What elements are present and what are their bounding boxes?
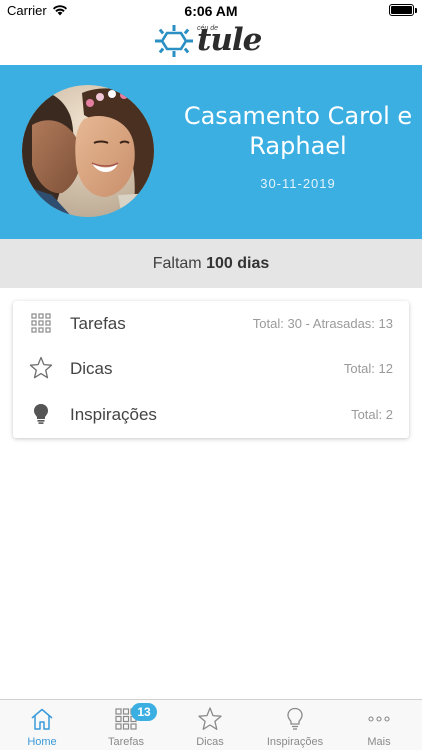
tab-label-mais: Mais [367,736,391,748]
logo-brand: tule [197,22,262,58]
summary-label-dicas: Dicas [70,359,113,378]
lightbulb-icon [287,707,303,730]
home-icon [31,708,53,730]
status-bar: Carrier 6:06 AM [0,0,422,22]
summary-label-inspiracoes: Inspirações [70,405,157,424]
summary-label-tarefas: Tarefas [70,314,126,333]
app-logo: céu de tule [155,22,267,60]
event-hero: Casamento Carol e Raphael 30-11-2019 [0,65,422,239]
countdown-prefix: Faltam [152,255,202,272]
couple-photo[interactable] [22,85,154,217]
tab-inspiracoes[interactable]: Inspirações [253,700,337,750]
lightbulb-icon [34,404,48,424]
tab-home[interactable]: Home [0,700,84,750]
star-icon [198,707,222,730]
battery-icon [389,4,417,16]
star-icon [29,356,53,379]
tab-mais[interactable]: Mais [337,700,421,750]
tab-label-dicas: Dicas [196,736,224,748]
tab-bar: Home 13 Tarefas Dicas Inspirações Mais [0,699,422,750]
tab-label-tarefas: Tarefas [107,736,145,748]
clock: 6:06 AM [184,3,238,19]
summary-row-inspiracoes[interactable]: Inspirações Total: 2 [13,392,409,438]
countdown-value: 100 dias [206,255,270,272]
tab-tarefas[interactable]: 13 Tarefas [84,700,168,750]
summary-meta-inspiracoes: Total: 2 [351,407,393,422]
tab-label-home: Home [27,736,57,748]
sun-logo-icon [155,25,193,57]
tab-dicas[interactable]: Dicas [168,700,252,750]
event-date: 30-11-2019 [260,176,336,191]
countdown-banner: Faltam 100 dias [0,239,422,288]
summary-row-tarefas[interactable]: Tarefas Total: 30 - Atrasadas: 13 [13,301,409,347]
summary-meta-tarefas: Total: 30 - Atrasadas: 13 [252,316,393,331]
event-title: Casamento Carol e Raphael [183,102,413,160]
grid-icon [31,313,51,333]
summary-row-dicas[interactable]: Dicas Total: 12 [13,346,409,392]
summary-meta-dicas: Total: 12 [343,361,393,376]
more-icon [368,716,390,722]
tarefas-badge: 13 [131,703,157,721]
tab-label-inspiracoes: Inspirações [266,736,324,748]
summary-card: Tarefas Total: 30 - Atrasadas: 13 Dicas … [13,301,409,438]
